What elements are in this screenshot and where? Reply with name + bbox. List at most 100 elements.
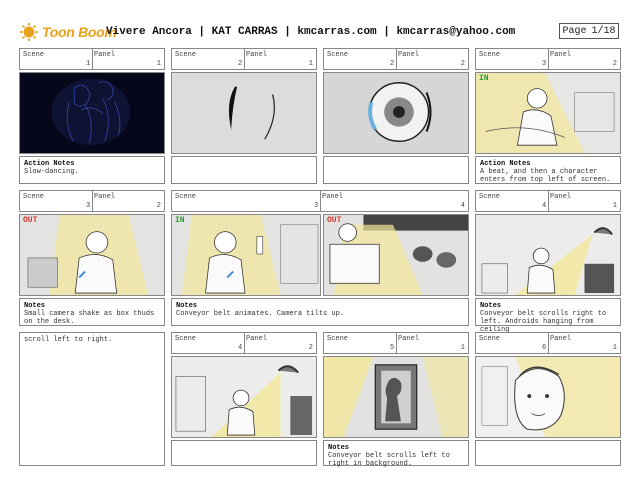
panel-label: Panel [246, 51, 268, 59]
scene-label: Scene [479, 51, 501, 59]
notes-text: scroll left to right. [24, 336, 113, 344]
header-divider [92, 190, 93, 212]
scene-number: 3 [86, 202, 91, 210]
scene-label: Scene [175, 193, 197, 201]
panel-number: 4 [460, 202, 465, 210]
panel-image: OUT [19, 214, 165, 296]
header-divider [548, 190, 549, 212]
notes-title: Notes [480, 302, 502, 310]
panel-label: Panel [550, 193, 572, 201]
sun-logo-icon [20, 23, 38, 41]
notes-text: Conveyor belt scrolls left to right in b… [328, 452, 450, 468]
panel-number: 2 [156, 202, 161, 210]
character-at-workbench-image [172, 357, 316, 437]
framed-photo-image [324, 357, 468, 437]
panel-label: Panel [94, 193, 116, 201]
scene-number: 4 [542, 202, 547, 210]
scene-label: Scene [23, 193, 45, 201]
notes-text: Small camera shake as box thuds on the d… [24, 310, 155, 326]
notes-text: Conveyor belt scrolls right to left. And… [480, 310, 607, 334]
header-divider [320, 190, 321, 212]
header-divider [92, 48, 93, 70]
conveyor-belt-image [324, 215, 468, 295]
notes-text: Slow-dancing. [24, 168, 79, 176]
panel-image: IN [171, 214, 321, 296]
panel-image [475, 356, 621, 438]
document-title: Vivere Ancora | KAT CARRAS | kmcarras.co… [106, 26, 516, 38]
empty-notes [171, 156, 317, 184]
panel-number: 1 [612, 202, 617, 210]
panel-image: IN [475, 72, 621, 154]
panel-image [323, 356, 469, 438]
scene-number: 1 [86, 60, 91, 68]
action-notes: Action Notes Slow-dancing. [19, 156, 165, 184]
panel-number: 2 [308, 344, 313, 352]
panel-label: Panel [398, 335, 420, 343]
scene-label: Scene [175, 51, 197, 59]
panel-number: 1 [460, 344, 465, 352]
panel-image [323, 72, 469, 154]
header-divider [396, 332, 397, 354]
open-eye-closeup-image [324, 73, 468, 153]
page-label: Page [562, 25, 587, 37]
scene-label: Scene [327, 335, 349, 343]
notes: Notes Conveyor belt scrolls right to lef… [475, 298, 621, 334]
notes-title: Notes [24, 302, 46, 310]
out-marker: OUT [23, 216, 38, 225]
scene-label: Scene [479, 193, 501, 201]
notes-title: Action Notes [24, 160, 75, 168]
panel-image [171, 72, 317, 154]
character-with-bottle-image [172, 215, 320, 295]
notes-title: Action Notes [480, 160, 531, 168]
header-divider [244, 332, 245, 354]
panel-image [19, 72, 165, 154]
notes-text: Conveyor belt animates. Camera tilts up. [176, 310, 345, 318]
header-divider [396, 48, 397, 70]
scene-number: 5 [390, 344, 395, 352]
notes-text: A beat, and then a character enters from… [480, 168, 611, 184]
panel-image: OUT [323, 214, 469, 296]
panel-number: 2 [460, 60, 465, 68]
out-marker: OUT [327, 216, 342, 225]
scene-number: 2 [390, 60, 395, 68]
character-at-desk-image [476, 73, 620, 153]
scene-number: 4 [238, 344, 243, 352]
panel-number: 1 [308, 60, 313, 68]
panel-label: Panel [94, 51, 116, 59]
in-marker: IN [175, 216, 185, 225]
character-closeup-image [476, 357, 620, 437]
toon-boom-logo: Toon Boom [20, 22, 117, 42]
panel-label: Panel [398, 51, 420, 59]
scene-label: Scene [23, 51, 45, 59]
panel-label: Panel [550, 335, 572, 343]
page-indicator: Page 1/18 [559, 23, 619, 39]
panel-number: 1 [612, 344, 617, 352]
lamp-and-workshop-image [476, 215, 620, 295]
panel-image [475, 214, 621, 296]
scene-label: Scene [479, 335, 501, 343]
page-number: 1/18 [591, 25, 616, 37]
notes-title: Notes [176, 302, 198, 310]
scene-number: 2 [238, 60, 243, 68]
notes: Notes Conveyor belt animates. Camera til… [171, 298, 469, 326]
box-on-desk-image [20, 215, 164, 295]
panel-number: 2 [612, 60, 617, 68]
empty-notes [475, 440, 621, 466]
panel-label: Panel [550, 51, 572, 59]
panel-label: Panel [322, 193, 344, 201]
empty-notes [171, 440, 317, 466]
scene-number: 3 [314, 202, 319, 210]
empty-notes [323, 156, 469, 184]
scene-label: Scene [327, 51, 349, 59]
action-notes: Action Notes A beat, and then a characte… [475, 156, 621, 184]
scene-number: 6 [542, 344, 547, 352]
panel-number: 1 [156, 60, 161, 68]
header-divider [244, 48, 245, 70]
in-marker: IN [479, 74, 489, 83]
notes: Notes Conveyor belt scrolls left to righ… [323, 440, 469, 468]
dancing-couple-image [20, 73, 164, 153]
notes-title: Notes [328, 444, 350, 452]
panel-image [171, 356, 317, 438]
header-divider [548, 332, 549, 354]
header-divider [548, 48, 549, 70]
